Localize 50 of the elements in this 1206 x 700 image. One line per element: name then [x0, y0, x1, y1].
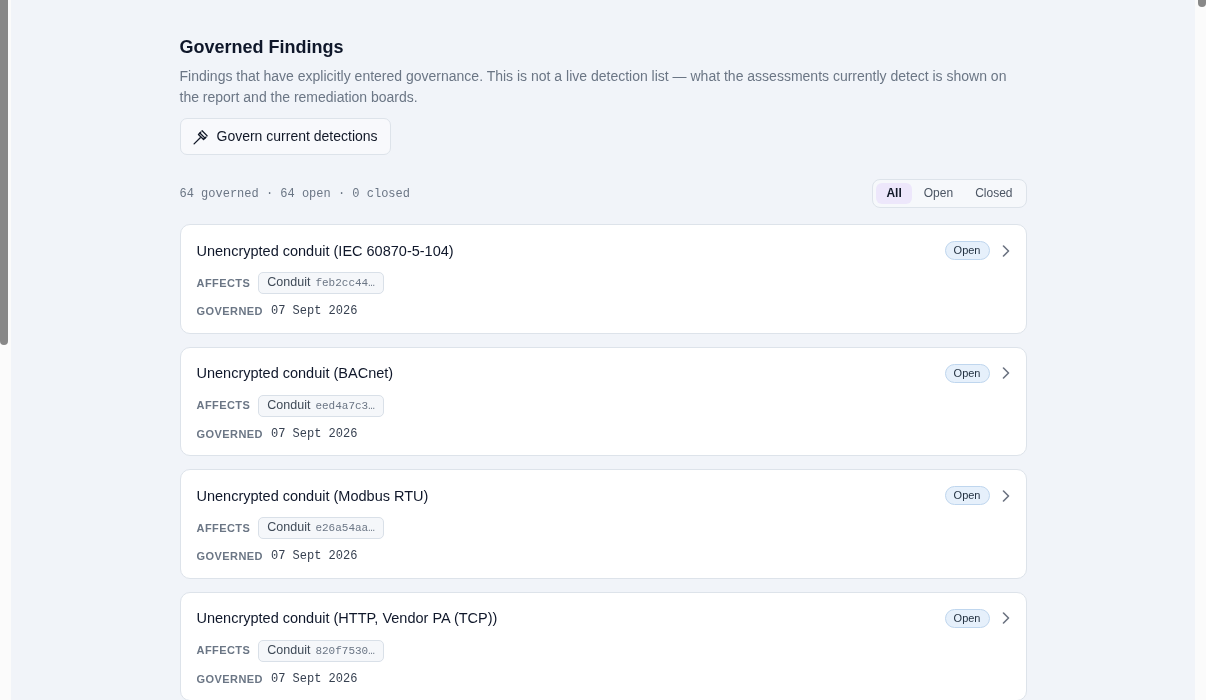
status-badge: Open	[944, 363, 990, 383]
target-chip[interactable]: Conduit e26a54aa…	[258, 517, 384, 539]
finding-title: Unencrypted conduit (HTTP, Vendor PA (TCP))	[196, 609, 498, 627]
scrollbar-thumb[interactable]	[0, 0, 8, 345]
target-id: 820f7530…	[315, 643, 375, 659]
target-type: Conduit	[267, 275, 311, 290]
target-chip[interactable]: Conduit 820f7530…	[258, 639, 384, 662]
governed-label: GOVERNED	[196, 304, 263, 319]
governed-label: GOVERNED	[196, 671, 263, 687]
chevron-right-icon	[1001, 244, 1010, 257]
chevron-right-icon	[1001, 367, 1010, 379]
target-type: Conduit	[267, 642, 311, 658]
target-chip[interactable]: Conduit feb2cc44…	[258, 272, 384, 294]
governed-date: 07 Sept 2026	[271, 426, 358, 441]
governed-date: 07 Sept 2026	[271, 671, 358, 686]
status-badge: Open	[944, 241, 990, 260]
filter-tab[interactable]: Open	[913, 183, 964, 204]
chevron-right-icon	[1001, 489, 1010, 502]
page-title: Governed Findings	[179, 36, 345, 58]
finding-card[interactable]: Unencrypted conduit (BACnet) Open AFFECTS Conduit eed4a7c3… GOVERNED 07 Sept 2026	[179, 346, 1027, 456]
affects-label: AFFECTS	[196, 520, 251, 536]
governed-label: GOVERNED	[196, 549, 263, 564]
finding-title: Unencrypted conduit (Modbus RTU)	[196, 486, 429, 505]
govern-button[interactable]: Govern current detections	[179, 118, 391, 155]
target-type: Conduit	[267, 397, 311, 413]
page-description: Findings that have explicitly entered governance. This is not a live detection list — what the assessments currently detect is shown on the report and the remediation boards.	[179, 67, 1008, 107]
summary-text: 64 governed · 64 open · 0 closed	[179, 185, 410, 203]
target-type: Conduit	[267, 520, 311, 535]
finding-card[interactable]: Unencrypted conduit (IEC 60870-5-104) Open AFFECTS Conduit feb2cc44… GOVERNED 07 Sept 2026	[179, 224, 1027, 334]
chevron-right-icon	[1001, 612, 1010, 624]
finding-title: Unencrypted conduit (IEC 60870-5-104)	[196, 241, 454, 260]
target-id: e26a54aa…	[315, 521, 375, 536]
status-badge: Open	[944, 608, 990, 628]
governed-date: 07 Sept 2026	[271, 304, 358, 319]
target-chip[interactable]: Conduit eed4a7c3…	[258, 394, 384, 417]
affects-label: AFFECTS	[196, 643, 251, 659]
target-id: eed4a7c3…	[315, 398, 375, 414]
scrollbar-thumb[interactable]	[1198, 0, 1206, 7]
affects-label: AFFECTS	[196, 275, 251, 291]
affects-label: AFFECTS	[196, 398, 251, 414]
status-badge: Open	[944, 486, 990, 505]
finding-card[interactable]: Unencrypted conduit (Modbus RTU) Open AFFECTS Conduit e26a54aa… GOVERNED 07 Sept 2026	[179, 469, 1027, 579]
governed-date: 07 Sept 2026	[271, 549, 358, 564]
finding-title: Unencrypted conduit (BACnet)	[196, 364, 394, 382]
finding-card[interactable]: Unencrypted conduit (HTTP, Vendor PA (TCP)) Open AFFECTS Conduit 820f7530… GOVERNED 07 Sept 2026	[179, 591, 1027, 700]
filter-tab[interactable]: Closed	[965, 183, 1023, 204]
governed-label: GOVERNED	[196, 426, 263, 442]
gavel-icon	[192, 128, 209, 145]
target-id: feb2cc44…	[315, 276, 375, 291]
filter-tab[interactable]: All	[876, 183, 912, 204]
